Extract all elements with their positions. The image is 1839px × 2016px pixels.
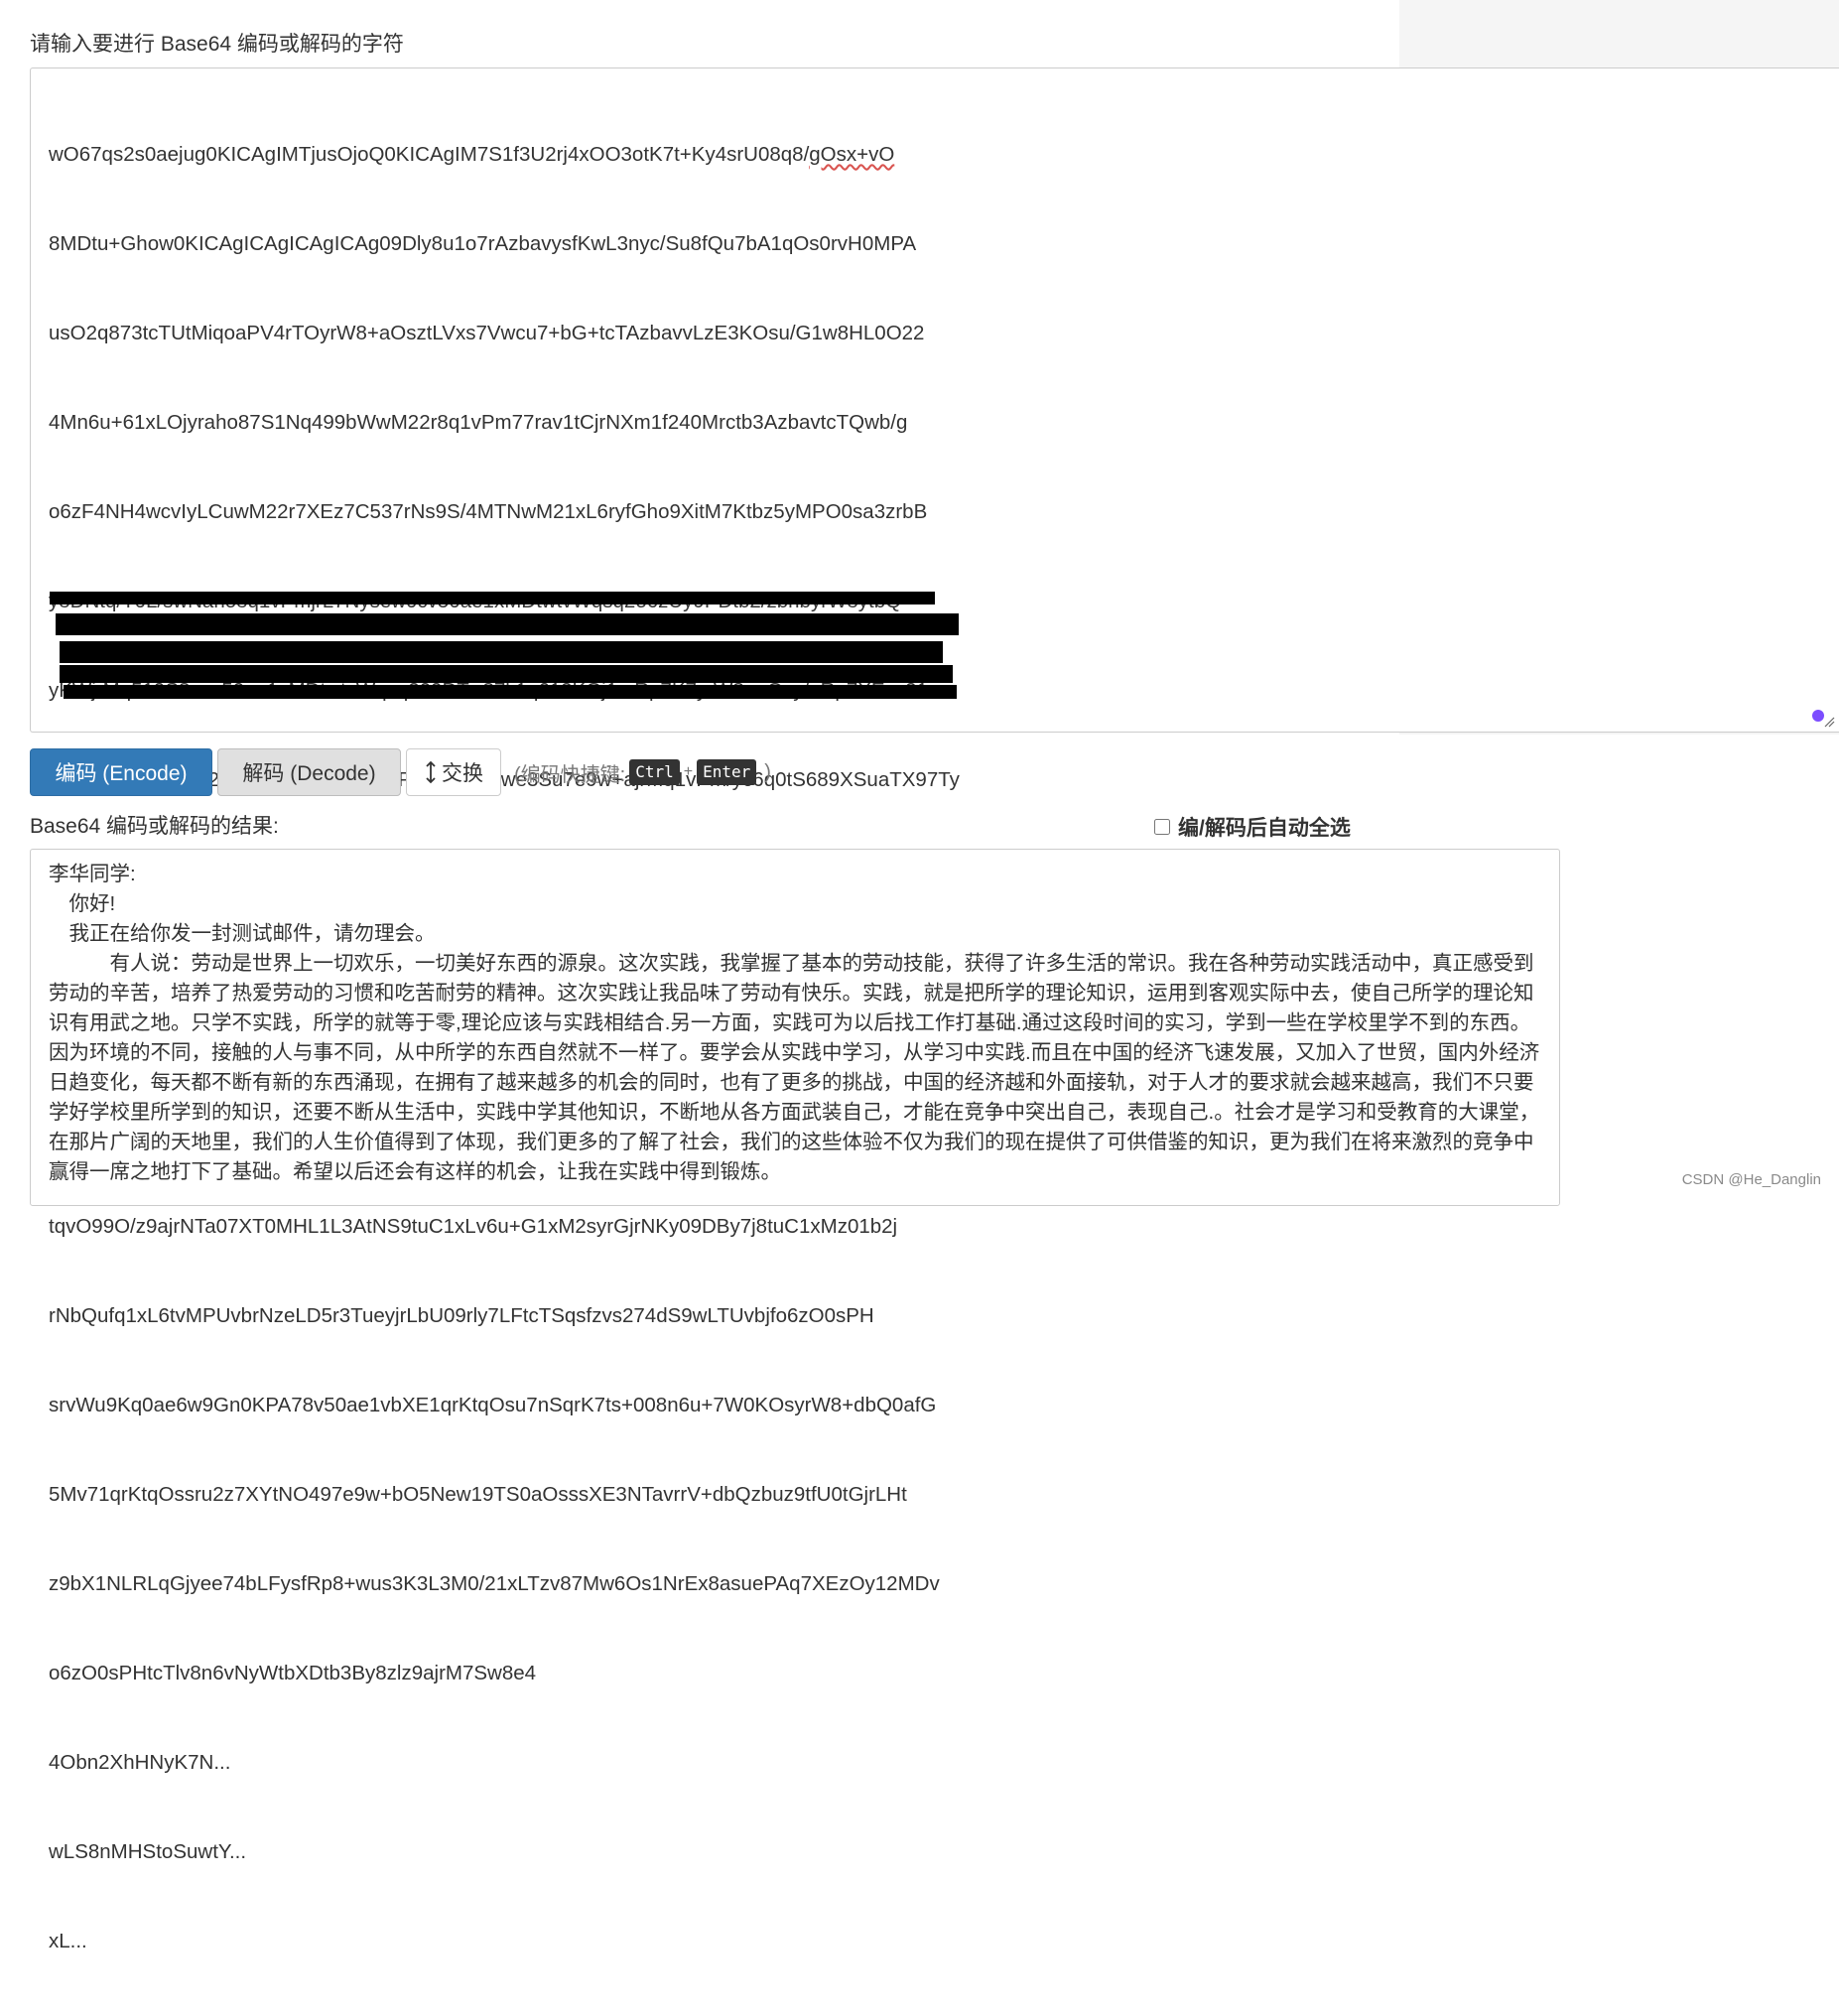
auto-select-checkbox[interactable] [1154,819,1170,835]
output-paragraph: 我正在给你发一封测试邮件，请勿理会。 [49,922,436,945]
output-text: 李华同学: 你好! 我正在给你发一封测试邮件，请勿理会。 有人说：劳动是世界上一… [49,860,1541,1187]
shortcut-prefix: (编码快捷键: [514,763,626,786]
input-line: wLS8nMHStoSuwtY... [49,1840,247,1863]
input-line: usO2q873tcTUtMiqoaPV4rTOyrW8+aOsztLVxs7V… [49,322,925,344]
input-line: 5Mv71qrKtqOssru2z7XYtNO497e9w+bO5New19TS… [49,1483,907,1506]
input-line: 4Obn2XhHNyK7N... [49,1751,231,1774]
input-line: o6zF4NH4wcvIyLCuwM22r7XEz7C537rNs9S/4MTN… [49,500,928,523]
decode-button[interactable]: 解码 (Decode) [217,748,401,796]
input-line: rNbQufq1xL6tvMPUvbrNzeLD5r3TueyjrLbU09rl… [49,1304,874,1327]
kbd-enter: Enter [697,759,757,785]
output-paragraph: 有人说：劳动是世界上一切欢乐，一切美好东西的源泉。这次实践，我掌握了基本的劳动技… [49,952,1540,1183]
kbd-ctrl: Ctrl [629,759,680,785]
redaction-bar [50,592,935,605]
encode-button[interactable]: 编码 (Encode) [30,748,212,796]
input-line: srvWu9Kq0ae6w9Gn0KPA78v50ae1vbXE1qrKtqOs… [49,1394,937,1416]
input-line: tqvO99O/z9ajrNTa07XT0MHL1L3AtNS9tuC1xLv6… [49,1215,898,1238]
floating-indicator-dot[interactable] [1812,710,1824,722]
resize-handle-icon[interactable] [1823,716,1835,728]
input-line: wO67qs2s0aejug0KICAgIMTjusOjoQ0KICAgIM7S… [49,143,895,166]
input-label: 请输入要进行 Base64 编码或解码的字符 [30,33,404,56]
redaction-bar [60,641,943,663]
auto-select-option[interactable]: 编/解码后自动全选 [1154,812,1351,842]
spellcheck-word: gOsx+vO [809,143,895,166]
updown-arrow-icon [426,760,436,784]
csdn-watermark: CSDN @He_Danglin [1681,1171,1821,1188]
base64-output-textarea[interactable]: 李华同学: 你好! 我正在给你发一封测试邮件，请勿理会。 有人说：劳动是世界上一… [30,849,1560,1206]
shortcut-hint: (编码快捷键: Ctrl + Enter ) [514,756,771,788]
swap-button[interactable]: 交换 [406,748,501,796]
input-line: 4Mn6u+61xLOjyraho87S1Nq499bWwM22r8q1vPm7… [49,411,908,434]
result-label: Base64 编码或解码的结果: [30,815,279,838]
redaction-bar [60,665,953,683]
redaction-bar [56,613,959,635]
input-line: 8MDtu+Ghow0KICAgICAgICAgICAg09Dly8u1o7rA… [49,232,917,255]
input-line: z9bX1NLRLqGjyee74bLFysfRp8+wus3K3L3M0/21… [49,1572,940,1595]
swap-button-label: 交换 [442,762,483,785]
input-line: xL... [49,1930,87,1952]
shortcut-suffix: ) [764,760,771,783]
redaction-bar [64,685,957,699]
output-paragraph: 你好! [49,892,116,915]
auto-select-label: 编/解码后自动全选 [1178,817,1351,840]
shortcut-plus: + [683,763,694,780]
output-paragraph: 李华同学: [49,863,136,885]
input-line: o6zO0sPHtcTlv8n6vNyWtbXDtb3By8zlz9ajrM7S… [49,1662,537,1684]
